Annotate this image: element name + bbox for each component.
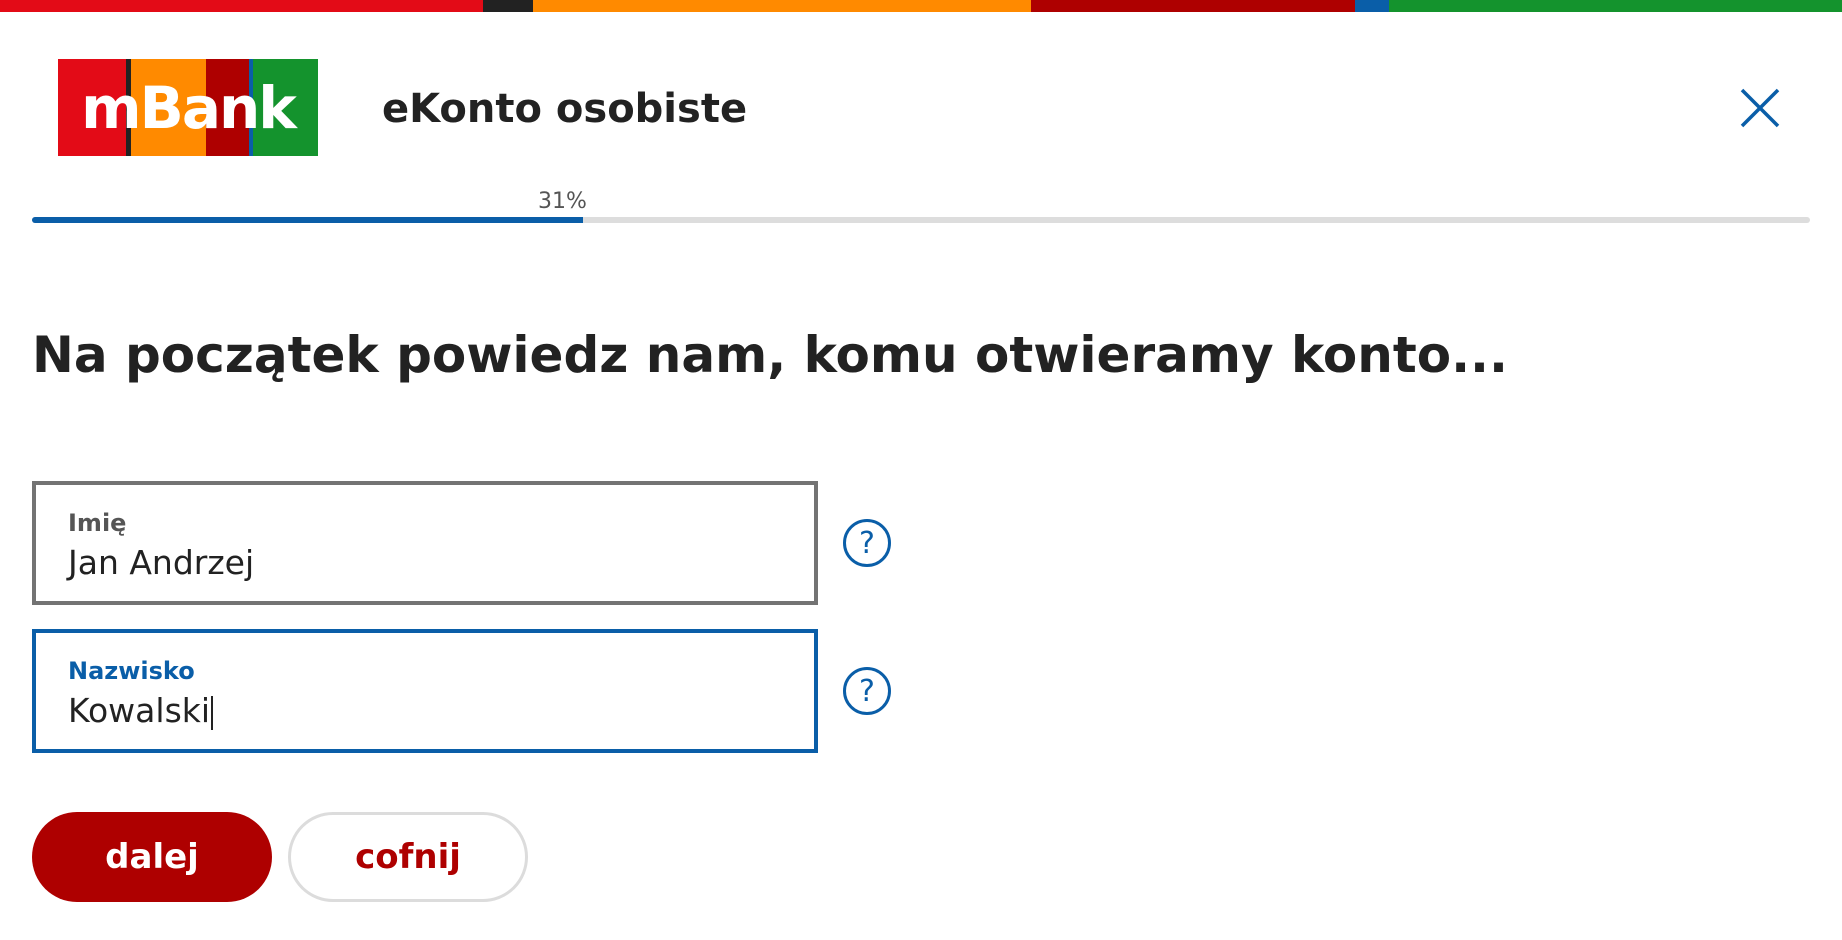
close-button[interactable] xyxy=(1738,86,1782,130)
stripe-green xyxy=(1389,0,1842,12)
svg-text:?: ? xyxy=(859,674,875,709)
last-name-label: Nazwisko xyxy=(68,657,195,685)
question-circle-icon: ? xyxy=(843,519,891,567)
stripe-black xyxy=(483,0,533,12)
stripe-red xyxy=(0,0,483,12)
last-name-field[interactable]: Nazwisko Kowalski xyxy=(32,629,818,753)
progress-bar xyxy=(32,217,1810,223)
first-name-help-button[interactable]: ? xyxy=(842,518,892,568)
brand-stripe xyxy=(0,0,1842,12)
first-name-field[interactable]: Imię Jan Andrzej xyxy=(32,481,818,605)
mbank-logo: mBank xyxy=(58,59,318,156)
page-heading: Na początek powiedz nam, komu otwieramy … xyxy=(32,326,1509,384)
stripe-orange xyxy=(533,0,1031,12)
close-icon xyxy=(1740,88,1780,128)
stripe-dark-red xyxy=(1031,0,1355,12)
application-page: mBank eKonto osobiste 31% Na początek po… xyxy=(0,0,1842,940)
back-button[interactable]: cofnij xyxy=(288,812,528,902)
logo-text: mBank xyxy=(81,73,297,142)
first-name-value[interactable]: Jan Andrzej xyxy=(68,543,768,582)
last-name-text: Kowalski xyxy=(68,691,211,730)
text-caret xyxy=(211,695,214,730)
svg-text:?: ? xyxy=(859,526,875,561)
next-button[interactable]: dalej xyxy=(32,812,272,902)
product-title: eKonto osobiste xyxy=(382,86,748,132)
stripe-blue xyxy=(1355,0,1389,12)
question-circle-icon: ? xyxy=(843,667,891,715)
last-name-value[interactable]: Kowalski xyxy=(68,691,768,730)
progress-bar-fill xyxy=(32,217,584,223)
first-name-label: Imię xyxy=(68,509,127,537)
last-name-help-button[interactable]: ? xyxy=(842,666,892,716)
progress-percentage: 31% xyxy=(538,189,587,214)
